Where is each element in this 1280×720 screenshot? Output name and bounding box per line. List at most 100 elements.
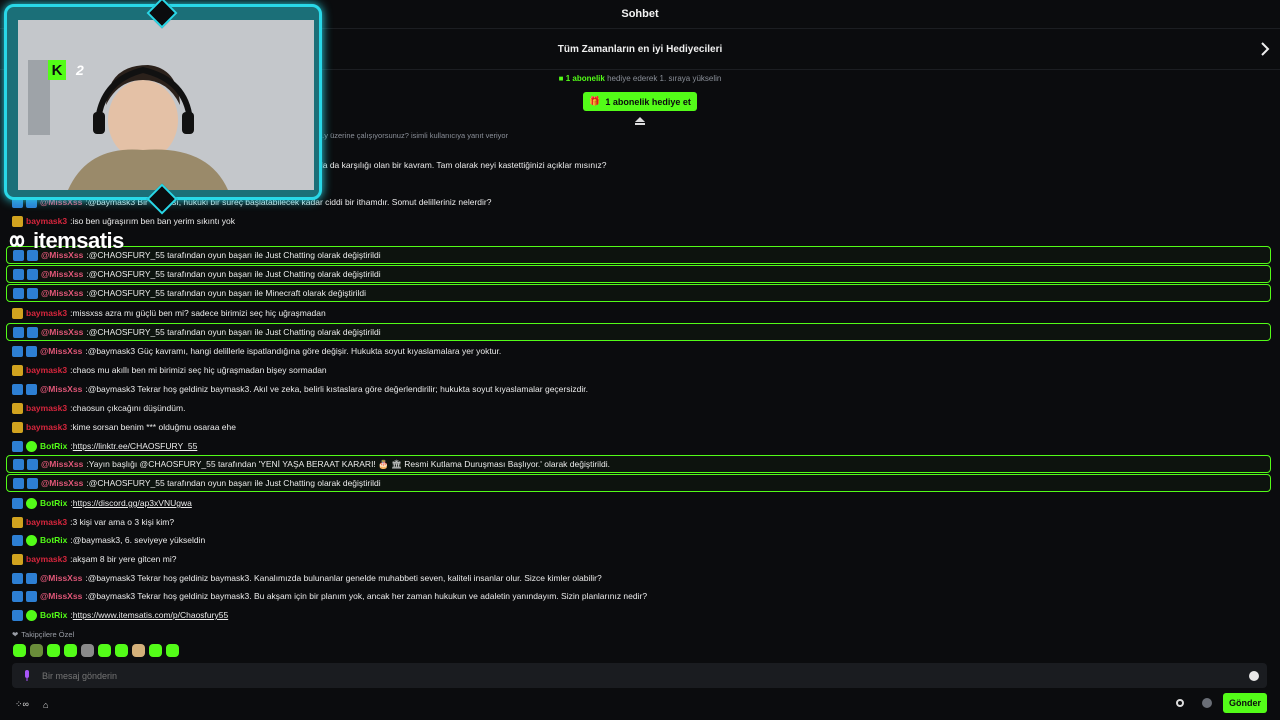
mic-icon[interactable]: [22, 669, 32, 682]
chat-message: @MissXss: @CHAOSFURY_55 tarafından oyun …: [6, 474, 1271, 492]
chat-link[interactable]: https://linktr.ee/CHAOSFURY_55: [73, 441, 198, 451]
emote-item[interactable]: [149, 644, 162, 657]
gear-icon[interactable]: [1175, 698, 1185, 708]
crown-badge-icon: [12, 402, 23, 414]
chat-message: @MissXss: @baymask3 Tekrar hoş geldiniz …: [6, 380, 1271, 398]
emote-item[interactable]: [98, 644, 111, 657]
gift-icon: 🎁: [589, 96, 601, 106]
channel-number: 2: [76, 62, 84, 78]
coins-icon[interactable]: [1200, 696, 1214, 710]
chat-text: Yayın başlığı @CHAOSFURY_55 tarafından '…: [88, 458, 610, 469]
chat-message: @MissXss: @CHAOSFURY_55 tarafından oyun …: [6, 284, 1271, 302]
moderator-badge-icon: [26, 572, 37, 584]
chat-username[interactable]: @MissXss: [41, 269, 83, 279]
chat-text: chaosun çıkcağını düşündüm.: [72, 403, 186, 413]
heart-icon: ❤: [12, 630, 19, 639]
chat-username[interactable]: @MissXss: [41, 288, 83, 298]
chat-username[interactable]: BotRix: [40, 535, 67, 545]
chat-username[interactable]: @MissXss: [40, 346, 82, 356]
chat-title: Sohbet: [621, 8, 659, 20]
webcam-video: K 2: [18, 20, 314, 190]
emote-item[interactable]: [132, 644, 145, 657]
moderator-badge-icon: [27, 458, 38, 470]
points-indicator[interactable]: ⁘∞: [15, 699, 29, 710]
emote-section-label: ❤ Takipçilere Özel: [12, 630, 74, 639]
chat-message: baymask3: missxss azra mı güçlü ben mi? …: [6, 304, 1271, 322]
chat-text: @baymask3 Tekrar hoş geldiniz baymask3. …: [87, 384, 588, 394]
emote-item[interactable]: [64, 644, 77, 657]
gift-subscription-button[interactable]: 🎁 1 abonelik hediye et: [583, 92, 697, 111]
bot-badge-icon: [13, 268, 24, 280]
emoji-icon[interactable]: [1249, 670, 1259, 681]
moderator-badge-icon: [12, 609, 23, 621]
emote-item[interactable]: [30, 644, 43, 657]
chat-username[interactable]: baymask3: [26, 517, 67, 527]
send-button[interactable]: Gönder: [1223, 693, 1267, 713]
collapse-icon[interactable]: [634, 116, 646, 126]
chat-message: @MissXss: Yayın başlığı @CHAOSFURY_55 ta…: [6, 455, 1271, 473]
chat-text: iso ben uğraşırım ben ban yerim sıkıntı …: [72, 216, 236, 226]
chat-message: BotRix: https://www.itemsatis.com/p/Chao…: [6, 606, 1271, 624]
emote-item[interactable]: [115, 644, 128, 657]
emote-bar: [13, 644, 179, 657]
store-icon[interactable]: ⌂: [43, 700, 48, 710]
chat-text: 3 kişi var ama o 3 kişi kim?: [72, 517, 175, 527]
gift-highlight: 1 abonelik: [565, 74, 605, 83]
chat-text: @baymask3 Güç kavramı, hangi delillerle …: [87, 346, 502, 356]
chat-username[interactable]: baymask3: [26, 422, 67, 432]
bot-badge-icon: [12, 572, 23, 584]
chat-username[interactable]: @MissXss: [40, 573, 82, 583]
emote-item[interactable]: [81, 644, 94, 657]
infinity-logo-icon: [9, 235, 25, 247]
chat-text: ...y üzerine çalışıyorsunuz? isimli kull…: [318, 130, 509, 140]
kick-logo-icon: K: [48, 60, 66, 80]
chat-username[interactable]: BotRix: [40, 610, 67, 620]
chat-username[interactable]: baymask3: [26, 308, 67, 318]
chat-username[interactable]: @MissXss: [41, 459, 83, 469]
chat-username[interactable]: @MissXss: [41, 327, 83, 337]
chat-username[interactable]: BotRix: [40, 498, 67, 508]
chat-username[interactable]: baymask3: [26, 554, 67, 564]
bot-badge-icon: [13, 477, 24, 489]
bot-badge-icon: [13, 326, 24, 338]
chat-message: BotRix: https://discord.gg/ap3xVNUgwa: [6, 494, 1271, 512]
chat-text: akşam 8 bir yere gitcen mi?: [72, 554, 177, 564]
moderator-badge-icon: [12, 497, 23, 509]
moderator-badge-icon: [12, 440, 23, 452]
emote-item[interactable]: [13, 644, 26, 657]
chat-text: @CHAOSFURY_55 tarafından oyun başarı ile…: [88, 478, 381, 488]
chevron-right-icon[interactable]: [1258, 41, 1272, 57]
chat-username[interactable]: baymask3: [26, 216, 67, 226]
crown-badge-icon: [12, 215, 23, 227]
chat-message: @MissXss: @baymask3 Güç kavramı, hangi d…: [6, 342, 1271, 360]
chat-text: @CHAOSFURY_55 tarafından oyun başarı ile…: [88, 269, 381, 279]
chat-message: BotRix: @baymask3, 6. seviyeye yükseldin: [6, 531, 1271, 549]
bot-badge-icon: [13, 287, 24, 299]
verified-bot-badge-icon: [26, 497, 37, 509]
chat-username[interactable]: @MissXss: [41, 478, 83, 488]
moderator-badge-icon: [27, 268, 38, 280]
emote-item[interactable]: [166, 644, 179, 657]
chat-link[interactable]: https://www.itemsatis.com/p/Chaosfury55: [73, 610, 228, 620]
chat-input-container[interactable]: [12, 663, 1267, 688]
chat-username[interactable]: baymask3: [26, 403, 67, 413]
bot-badge-icon: [12, 590, 23, 602]
chat-text: @baymask3, 6. seviyeye yükseldin: [72, 535, 206, 545]
chat-footer: ⁘∞ ⌂: [0, 692, 1280, 720]
chat-text: @CHAOSFURY_55 tarafından oyun başarı ile…: [88, 327, 381, 337]
chat-username[interactable]: baymask3: [26, 365, 67, 375]
chat-link[interactable]: https://discord.gg/ap3xVNUgwa: [73, 498, 192, 508]
moderator-badge-icon: [26, 590, 37, 602]
chat-message-input[interactable]: [32, 670, 1249, 681]
chat-text: @baymask3 Tekrar hoş geldiniz baymask3. …: [87, 573, 602, 583]
chat-username[interactable]: @MissXss: [40, 591, 82, 601]
chat-messages: ...y üzerine çalışıyorsunuz? isimli kull…: [0, 126, 1280, 626]
verified-bot-badge-icon: [26, 534, 37, 546]
emote-item[interactable]: [47, 644, 60, 657]
chat-text: missxss azra mı güçlü ben mi? sadece bir…: [72, 308, 326, 318]
chat-username[interactable]: BotRix: [40, 441, 67, 451]
chat-username[interactable]: @MissXss: [40, 384, 82, 394]
streamer-video: [18, 20, 314, 190]
chat-message: baymask3: 3 kişi var ama o 3 kişi kim?: [6, 513, 1271, 531]
bot-badge-icon: [12, 345, 23, 357]
